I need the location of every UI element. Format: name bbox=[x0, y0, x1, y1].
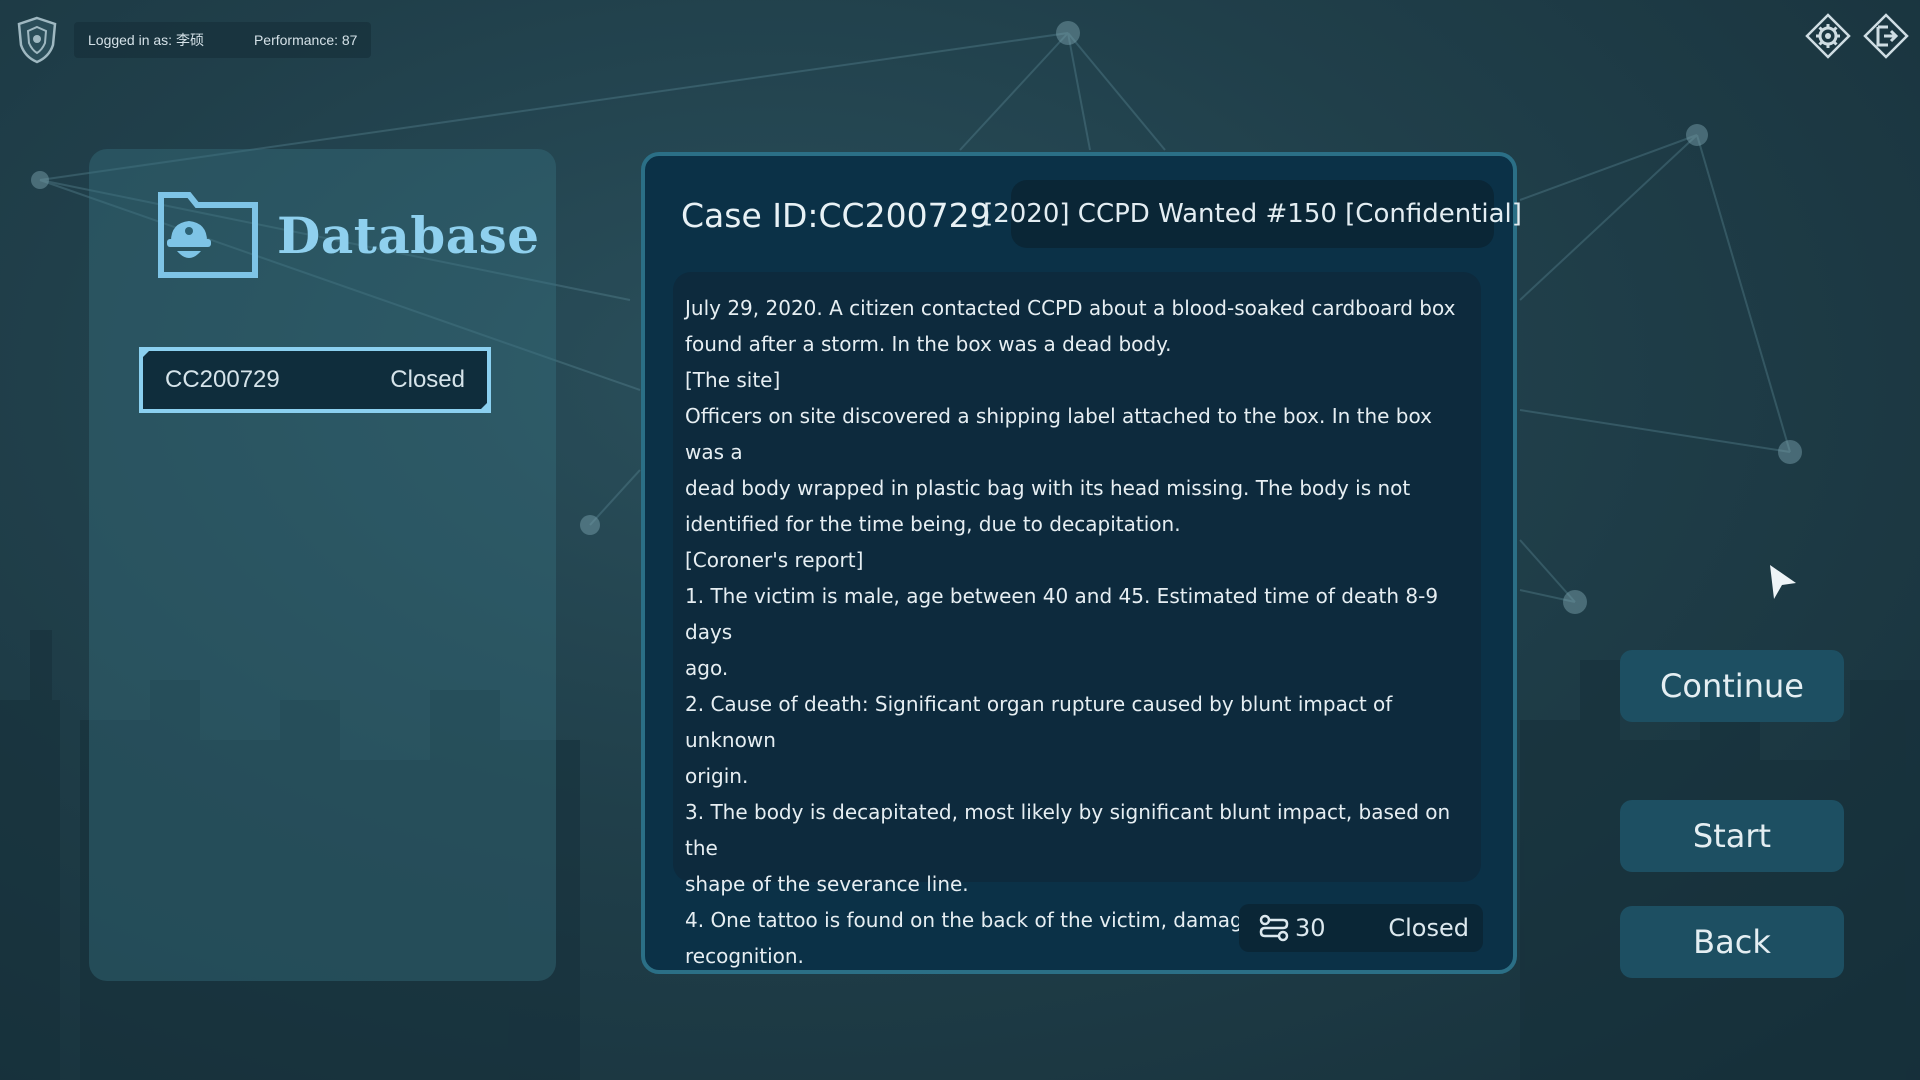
hint-count: 30 bbox=[1295, 914, 1326, 942]
continue-button[interactable]: Continue bbox=[1620, 650, 1844, 722]
case-line: origin. bbox=[685, 764, 749, 788]
case-list-item-id: CC200729 bbox=[165, 366, 280, 393]
case-detail-panel: Case ID:CC200729 [2020] CCPD Wanted #150… bbox=[641, 152, 1522, 974]
exit-icon[interactable] bbox=[1862, 12, 1910, 60]
cursor-arrow-icon bbox=[1770, 565, 1796, 599]
case-line: ago. bbox=[685, 656, 729, 680]
case-description[interactable]: July 29, 2020. A citizen contacted CCPD … bbox=[673, 272, 1481, 968]
case-id-label: Case ID:CC200729 bbox=[681, 196, 991, 235]
case-title: [2020] CCPD Wanted #150 [Confidential] bbox=[983, 199, 1522, 229]
case-line: identified for the time being, due to de… bbox=[685, 512, 1181, 536]
case-line: Officers on site discovered a shipping l… bbox=[685, 404, 1432, 464]
back-button[interactable]: Back bbox=[1620, 906, 1844, 978]
case-status: Closed bbox=[1388, 914, 1469, 942]
case-line: [Coroner's report] bbox=[685, 548, 864, 572]
case-list-item[interactable]: CC200729 Closed bbox=[139, 347, 491, 413]
case-footer: 30 Closed bbox=[1239, 904, 1483, 952]
case-line: July 29, 2020. A citizen contacted CCPD … bbox=[685, 296, 1456, 320]
case-line: found after a storm. In the box was a de… bbox=[685, 332, 1172, 356]
performance-label: Performance: 87 bbox=[253, 32, 358, 48]
database-panel: Database CC200729 Closed bbox=[89, 149, 556, 981]
case-line: shape of the severance line. bbox=[685, 872, 969, 896]
logged-in-label: Logged in as: 李硕 bbox=[88, 32, 204, 48]
top-right-controls bbox=[1804, 12, 1910, 60]
start-button[interactable]: Start bbox=[1620, 800, 1844, 872]
case-line: 3. The body is decapitated, most likely … bbox=[685, 800, 1451, 860]
database-header: Database bbox=[141, 191, 540, 279]
police-badge-icon bbox=[17, 16, 57, 64]
status-pill: Logged in as: 李硕 Performance: 87 bbox=[74, 22, 372, 58]
top-status-bar: Logged in as: 李硕 Performance: 87 bbox=[14, 12, 372, 68]
case-line: 2. Cause of death: Significant organ rup… bbox=[685, 692, 1393, 752]
case-line: dead body wrapped in plastic bag with it… bbox=[685, 476, 1411, 500]
case-line: [The site] bbox=[685, 368, 781, 392]
gear-icon[interactable] bbox=[1804, 12, 1852, 60]
database-title: Database bbox=[277, 205, 540, 265]
case-line: 1. The victim is male, age between 40 an… bbox=[685, 584, 1439, 644]
case-list-item-status: Closed bbox=[390, 366, 465, 393]
route-icon bbox=[1259, 914, 1289, 942]
folder-officer-icon bbox=[158, 192, 258, 278]
case-title-box: [2020] CCPD Wanted #150 [Confidential] bbox=[983, 180, 1522, 248]
